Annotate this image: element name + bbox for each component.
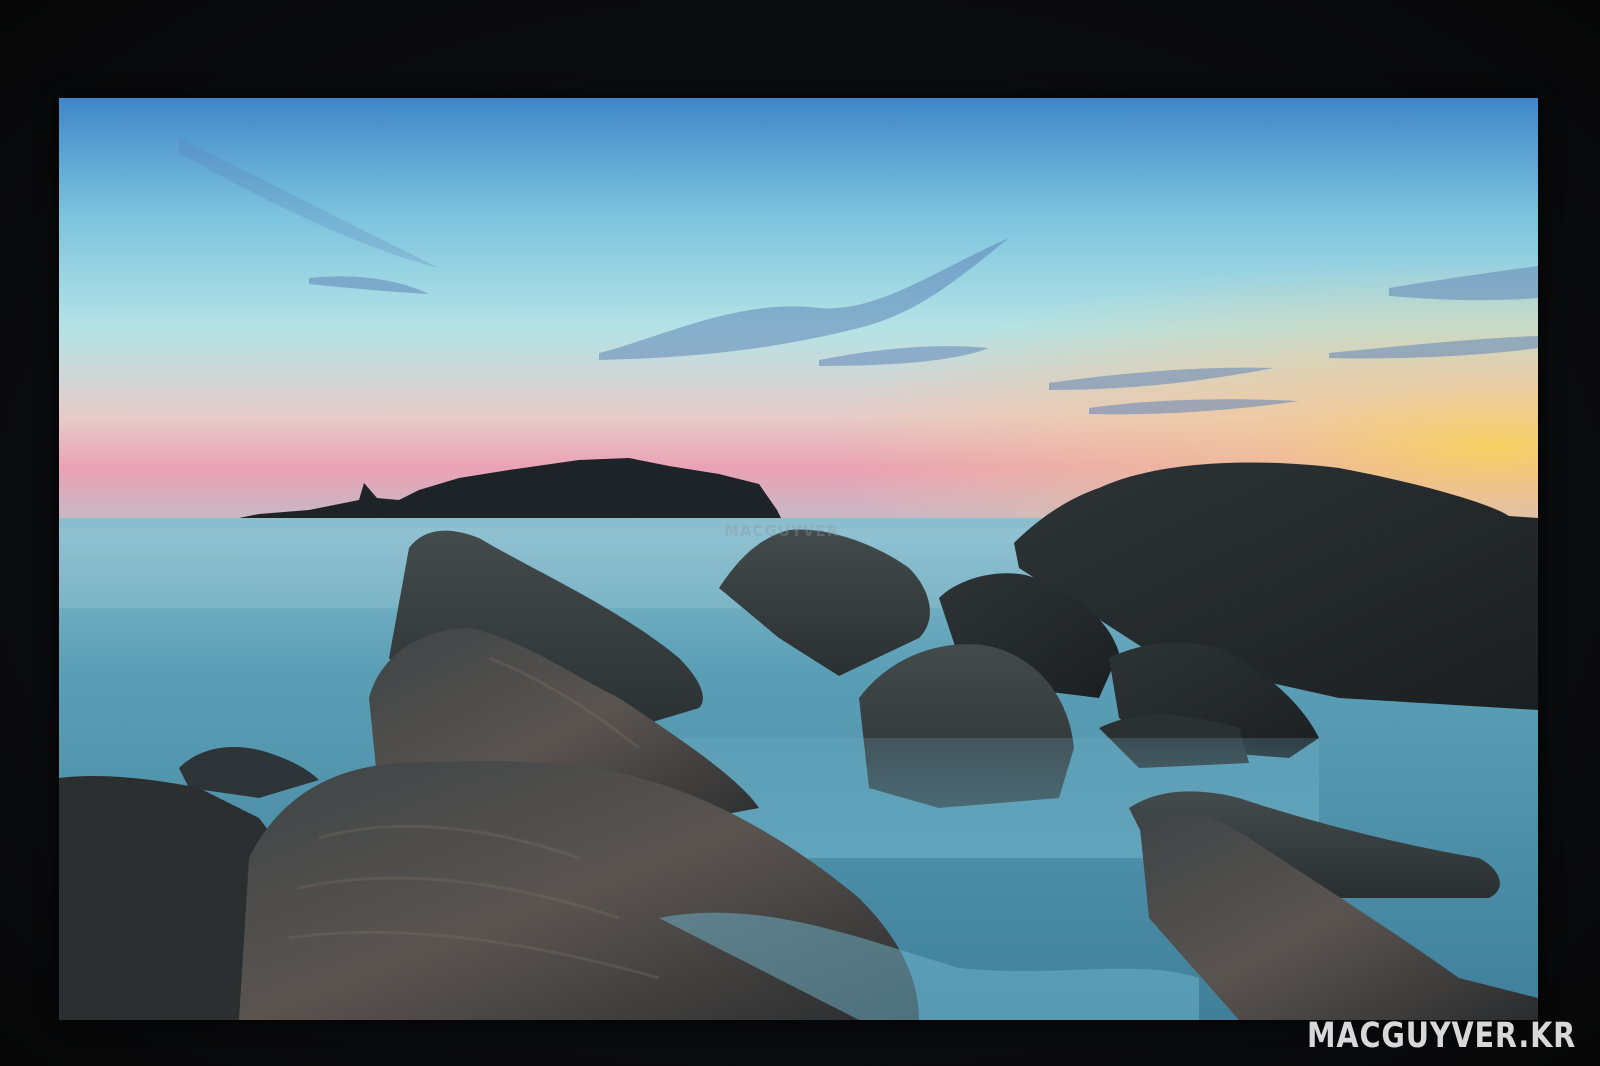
photo-display bbox=[59, 98, 1538, 1020]
corner-watermark: MACGUYVER.KR bbox=[1306, 1016, 1576, 1056]
seascape-photo bbox=[59, 98, 1538, 1020]
center-watermark: MACGUYVER bbox=[724, 522, 840, 540]
monitor-bezel: MACGUYVER MACGUYVER.KR bbox=[0, 0, 1600, 1066]
